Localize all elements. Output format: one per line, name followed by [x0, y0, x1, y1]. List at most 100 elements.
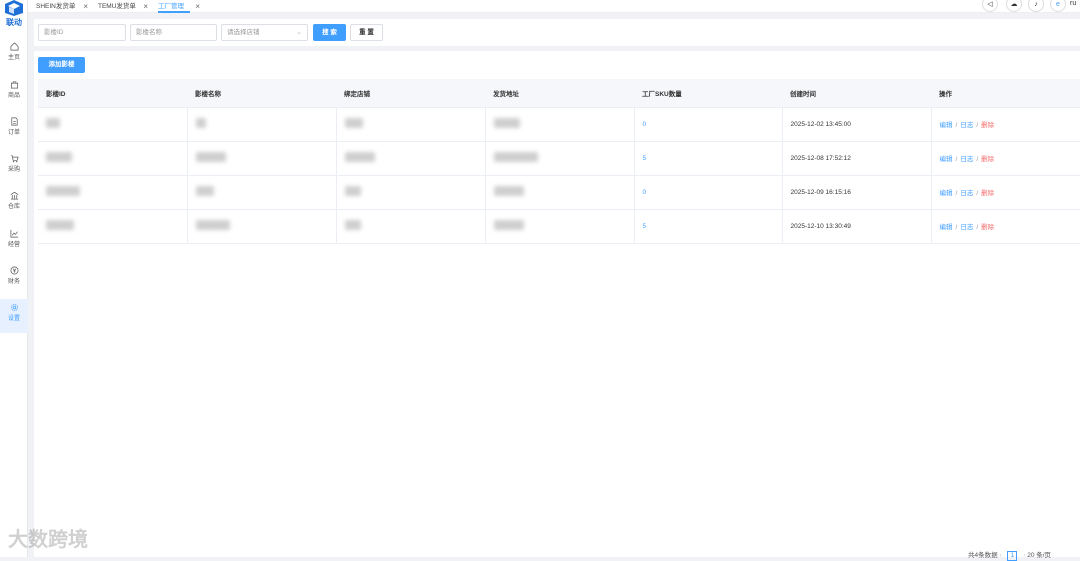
user-name: ru	[1070, 0, 1077, 7]
close-icon[interactable]: ×	[195, 0, 200, 13]
column-header: 操作	[931, 79, 1080, 108]
sku-count-link[interactable]: 0	[634, 107, 783, 142]
sidebar-item-finance[interactable]: 财务	[0, 262, 28, 296]
row-actions: 编辑 / 日志 / 删除	[931, 209, 1080, 244]
table-row: 5 2025-12-08 17:52:12 编辑 / 日志 / 删除	[38, 141, 1080, 176]
brand-name: 联动	[6, 18, 22, 27]
warehouse-icon	[10, 191, 18, 200]
row-actions: 编辑 / 日志 / 删除	[931, 141, 1080, 176]
log-link[interactable]: 日志	[960, 190, 973, 197]
log-link[interactable]: 日志	[960, 122, 973, 129]
yen-icon	[10, 266, 18, 275]
prev-page-icon[interactable]: ‹	[999, 552, 1001, 559]
reset-button[interactable]: 重 置	[350, 24, 383, 41]
redacted-text	[195, 152, 226, 162]
redacted-text	[46, 186, 80, 196]
search-button[interactable]: 搜 索	[313, 24, 346, 41]
sidebar-item-label: 订单	[7, 130, 20, 136]
page-size-select[interactable]: 20 条/页	[1027, 552, 1051, 559]
sidebar-item-home[interactable]: 主页	[0, 38, 28, 72]
redacted-text	[195, 220, 230, 230]
redacted-text	[46, 152, 72, 162]
studio-id-input[interactable]: 影楼ID	[38, 24, 126, 41]
redacted-text	[493, 118, 520, 128]
logo-icon	[5, 0, 23, 16]
redacted-text	[493, 152, 538, 162]
column-header: 绑定店铺	[336, 79, 485, 108]
delete-link[interactable]: 删除	[981, 190, 994, 197]
chart-icon	[10, 229, 18, 238]
redacted-text	[195, 118, 206, 128]
row-actions: 编辑 / 日志 / 删除	[931, 175, 1080, 210]
column-header: 影楼名称	[187, 79, 336, 108]
bag-icon	[10, 81, 18, 89]
main-panel: 添加影楼 影楼ID 影楼名称 绑定店铺 发货地址 工厂SKU数量 创建时间 操作…	[34, 51, 1080, 557]
sidebar-item-products[interactable]: 商品	[0, 76, 28, 110]
column-header: 影楼ID	[38, 79, 187, 108]
sidebar-item-label: 仓库	[7, 204, 20, 210]
created-time: 2025-12-08 17:52:12	[782, 141, 932, 176]
edit-link[interactable]: 编辑	[940, 122, 953, 129]
cart-icon	[10, 155, 19, 163]
redacted-text	[493, 220, 524, 230]
sidebar-item-business[interactable]: 经营	[0, 225, 28, 259]
sidebar-item-label: 商品	[7, 93, 20, 99]
bell-icon[interactable]: ♪	[1028, 0, 1044, 12]
column-header: 创建时间	[782, 79, 931, 108]
speaker-icon[interactable]: ◁	[982, 0, 998, 12]
table-row: 0 2025-12-02 13:45:00 编辑 / 日志 / 删除	[38, 107, 1080, 142]
add-studio-button[interactable]: 添加影楼	[38, 57, 85, 73]
edit-link[interactable]: 编辑	[940, 190, 953, 197]
delete-link[interactable]: 删除	[981, 224, 994, 231]
sidebar-item-label: 采购	[7, 167, 20, 173]
sku-count-link[interactable]: 5	[634, 141, 783, 176]
sidebar-item-label: 主页	[7, 55, 20, 61]
store-select[interactable]: 请选择店铺 ⌄	[221, 24, 308, 41]
home-icon	[10, 42, 18, 51]
sku-count-link[interactable]: 5	[634, 209, 783, 244]
studio-table: 影楼ID 影楼名称 绑定店铺 发货地址 工厂SKU数量 创建时间 操作 0 20…	[38, 79, 1080, 244]
sidebar-item-orders[interactable]: 订单	[0, 113, 28, 147]
edit-link[interactable]: 编辑	[940, 224, 953, 231]
redacted-text	[344, 152, 375, 162]
tab-shein-shipment[interactable]: SHEIN发货单 ×	[30, 0, 92, 13]
avatar[interactable]: e	[1050, 0, 1066, 12]
gear-icon	[10, 303, 18, 312]
log-link[interactable]: 日志	[960, 156, 973, 163]
studio-name-input[interactable]: 影楼名称	[130, 24, 217, 41]
table-row: 0 2025-12-09 16:15:16 编辑 / 日志 / 删除	[38, 175, 1080, 210]
column-header: 发货地址	[485, 79, 634, 108]
delete-link[interactable]: 删除	[981, 156, 994, 163]
sidebar-item-warehouse[interactable]: 仓库	[0, 187, 28, 221]
redacted-text	[46, 118, 60, 128]
tab-factory-management[interactable]: 工厂管理 ×	[152, 0, 204, 13]
tab-bar: SHEIN发货单 × TEMU发货单 × 工厂管理 × ◁ ☁ ♪ e ru	[28, 0, 1080, 13]
pagination: 共4条数据 ‹ 1 › 20 条/页	[968, 549, 1051, 561]
sidebar-item-label: 设置	[7, 316, 20, 322]
created-time: 2025-12-09 16:15:16	[782, 175, 932, 210]
row-actions: 编辑 / 日志 / 删除	[931, 107, 1080, 142]
chevron-down-icon: ⌄	[296, 29, 302, 36]
sidebar-item-label: 经营	[7, 242, 20, 248]
search-bar: 影楼ID 影楼名称 请选择店铺 ⌄ 搜 索 重 置	[34, 19, 1080, 46]
edit-link[interactable]: 编辑	[940, 156, 953, 163]
watermark: 大数跨境	[8, 529, 88, 551]
next-page-icon[interactable]: ›	[1023, 552, 1025, 559]
table-row: 5 2025-12-10 13:30:49 编辑 / 日志 / 删除	[38, 209, 1080, 244]
sidebar-item-label: 财务	[7, 279, 20, 285]
close-icon[interactable]: ×	[143, 0, 148, 13]
page-number[interactable]: 1	[1007, 551, 1018, 561]
redacted-text	[344, 118, 363, 128]
redacted-text	[344, 220, 361, 230]
cloud-icon[interactable]: ☁	[1006, 0, 1022, 12]
redacted-text	[195, 186, 214, 196]
sidebar-item-purchase[interactable]: 采购	[0, 150, 28, 184]
document-icon	[10, 117, 18, 126]
redacted-text	[344, 186, 361, 196]
delete-link[interactable]: 删除	[981, 122, 994, 129]
sku-count-link[interactable]: 0	[634, 175, 783, 210]
log-link[interactable]: 日志	[960, 224, 973, 231]
close-icon[interactable]: ×	[83, 0, 88, 13]
tab-temu-shipment[interactable]: TEMU发货单 ×	[92, 0, 152, 13]
sidebar-item-settings[interactable]: 设置	[0, 299, 28, 333]
